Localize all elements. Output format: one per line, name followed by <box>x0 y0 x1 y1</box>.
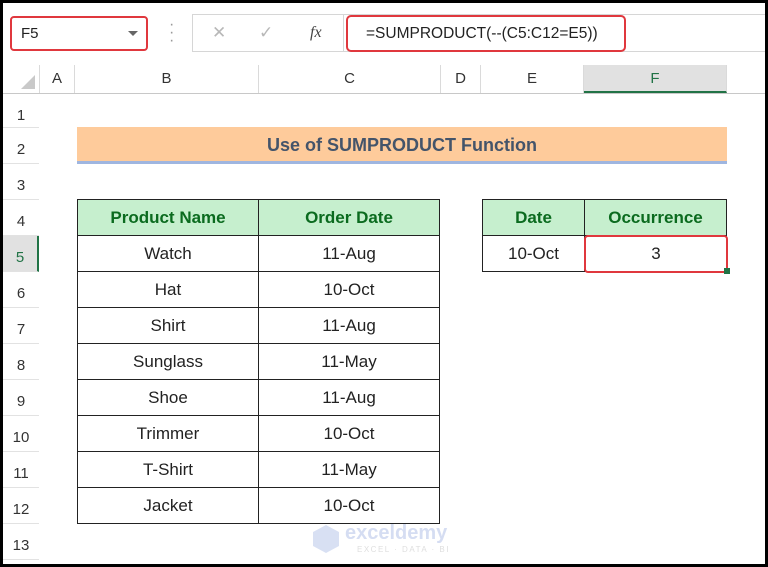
product-cell[interactable]: Jacket <box>77 487 259 524</box>
row-header[interactable]: 10 <box>3 416 39 452</box>
table-row: Watch 11-Aug <box>77 235 440 272</box>
date-cell[interactable]: 11-Aug <box>258 307 440 344</box>
select-all-icon <box>21 75 35 89</box>
criteria-date-cell[interactable]: 10-Oct <box>482 235 585 272</box>
enter-icon[interactable]: ✓ <box>259 23 273 43</box>
product-cell[interactable]: Shoe <box>77 379 259 416</box>
row-header[interactable]: 1 <box>3 94 39 128</box>
date-cell[interactable]: 11-May <box>258 451 440 488</box>
header-order-date[interactable]: Order Date <box>258 199 440 236</box>
header-date[interactable]: Date <box>482 199 585 236</box>
formula-text: =SUMPRODUCT(--(C5:C12=E5)) <box>366 25 598 42</box>
product-cell[interactable]: T-Shirt <box>77 451 259 488</box>
row-header[interactable]: 9 <box>3 380 39 416</box>
watermark-name: exceldemy <box>345 522 448 544</box>
row-header[interactable]: 12 <box>3 488 39 524</box>
product-cell[interactable]: Watch <box>77 235 259 272</box>
product-cell[interactable]: Shirt <box>77 307 259 344</box>
row-header-selected[interactable]: 5 <box>3 236 39 272</box>
product-cell[interactable]: Trimmer <box>77 415 259 452</box>
watermark-tagline: EXCEL · DATA · BI <box>357 545 450 554</box>
formula-bar-area: F5 · · · ✕ ✓ fx =SUMPRODUCT(--(C5:C12=E5)) <box>3 3 765 63</box>
exceldemy-logo-icon <box>313 525 339 553</box>
table-row: Trimmer 10-Oct <box>77 415 440 452</box>
selected-cell-f5[interactable]: 3 <box>584 235 728 273</box>
row-header[interactable]: 7 <box>3 308 39 344</box>
column-header-c[interactable]: C <box>259 65 441 93</box>
cancel-icon[interactable]: ✕ <box>212 23 226 43</box>
name-box-value: F5 <box>21 25 39 42</box>
name-box[interactable]: F5 <box>10 16 148 51</box>
row-header[interactable]: 13 <box>3 524 39 560</box>
watermark: exceldemy EXCEL · DATA · BI <box>313 522 473 558</box>
row-header[interactable]: 2 <box>3 128 39 164</box>
column-header-d[interactable]: D <box>441 65 481 93</box>
row-header[interactable]: 3 <box>3 164 39 200</box>
sheet-title[interactable]: Use of SUMPRODUCT Function <box>77 127 727 164</box>
column-header-f[interactable]: F <box>584 65 727 93</box>
row-header[interactable]: 8 <box>3 344 39 380</box>
header-product-name[interactable]: Product Name <box>77 199 259 236</box>
column-header-e[interactable]: E <box>481 65 584 93</box>
formula-buttons: ✕ ✓ fx <box>192 14 344 52</box>
chevron-down-icon[interactable] <box>128 31 138 36</box>
table-row: Hat 10-Oct <box>77 271 440 308</box>
header-occurrence[interactable]: Occurrence <box>584 199 727 236</box>
row-header[interactable]: 6 <box>3 272 39 308</box>
excel-window: F5 · · · ✕ ✓ fx =SUMPRODUCT(--(C5:C12=E5))… <box>3 3 765 564</box>
table-row: Jacket 10-Oct <box>77 487 440 524</box>
product-cell[interactable]: Sunglass <box>77 343 259 380</box>
column-header-a[interactable]: A <box>40 65 75 93</box>
table-header-row: Product Name Order Date <box>77 199 440 236</box>
date-cell[interactable]: 10-Oct <box>258 271 440 308</box>
fill-handle[interactable] <box>724 268 730 274</box>
date-cell[interactable]: 11-Aug <box>258 235 440 272</box>
column-header-b[interactable]: B <box>75 65 259 93</box>
table-row: Sunglass 11-May <box>77 343 440 380</box>
column-headers: A B C D E F <box>3 65 765 94</box>
insert-function-icon[interactable]: fx <box>310 24 322 42</box>
select-all-button[interactable] <box>3 65 40 93</box>
date-cell[interactable]: 10-Oct <box>258 415 440 452</box>
date-cell[interactable]: 11-Aug <box>258 379 440 416</box>
formula-input[interactable]: =SUMPRODUCT(--(C5:C12=E5)) <box>346 15 626 52</box>
table-row: Shoe 11-Aug <box>77 379 440 416</box>
date-cell[interactable]: 11-May <box>258 343 440 380</box>
table-row: T-Shirt 11-May <box>77 451 440 488</box>
row-header[interactable]: 11 <box>3 452 39 488</box>
product-cell[interactable]: Hat <box>77 271 259 308</box>
product-table: Product Name Order Date Watch 11-Aug Hat 1… <box>77 199 440 524</box>
date-cell[interactable]: 10-Oct <box>258 487 440 524</box>
more-options-icon[interactable]: · · · <box>169 17 174 49</box>
row-header[interactable]: 4 <box>3 200 39 236</box>
result-header-row: Date Occurrence <box>482 199 727 236</box>
table-row: Shirt 11-Aug <box>77 307 440 344</box>
